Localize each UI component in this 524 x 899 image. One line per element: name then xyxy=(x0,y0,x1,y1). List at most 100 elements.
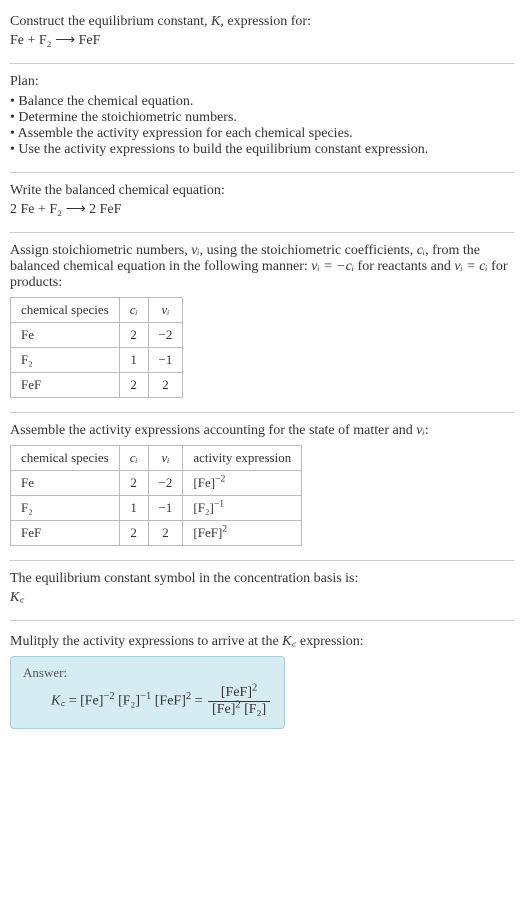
answer-expression: K꜀ = [Fe]−2 [F₂]−1 [FeF]2 = [FeF]2 [Fe]2… xyxy=(23,685,272,718)
term-exp: 2 xyxy=(252,682,257,693)
text: for reactants and xyxy=(354,259,454,274)
stoich-text: Assign stoichiometric numbers, νᵢ, using… xyxy=(10,243,514,291)
cell-ci: 1 xyxy=(119,348,148,373)
act-exp: −1 xyxy=(214,499,224,510)
cell-nu: 2 xyxy=(148,373,183,398)
symbol-heading: The equilibrium constant symbol in the c… xyxy=(10,571,514,587)
plan-item: Balance the chemical equation. xyxy=(10,94,514,110)
kc-symbol: K꜀ xyxy=(10,587,514,606)
term-base: [FeF] xyxy=(155,694,186,709)
equals: = xyxy=(65,694,80,709)
activity-table: chemical species cᵢ νᵢ activity expressi… xyxy=(10,445,302,546)
col-nu: νᵢ xyxy=(148,298,183,323)
text: Mulitply the activity expressions to arr… xyxy=(10,634,282,649)
plan-item: Determine the stoichiometric numbers. xyxy=(10,110,514,126)
col-activity: activity expression xyxy=(183,446,302,471)
text: , using the stoichiometric coefficients, xyxy=(200,243,417,258)
intro-equation: Fe + F₂ ⟶ FeF xyxy=(10,32,514,49)
balanced-heading: Write the balanced chemical equation: xyxy=(10,183,514,199)
activity-heading: Assemble the activity expressions accoun… xyxy=(10,423,514,439)
divider xyxy=(10,560,514,561)
answer-label: Answer: xyxy=(23,665,272,681)
balanced-section: Write the balanced chemical equation: 2 … xyxy=(10,177,514,228)
cell-activity: [FeF]2 xyxy=(183,521,302,546)
cell-species: FeF xyxy=(11,373,120,398)
denominator: [Fe]2 [F₂] xyxy=(208,702,270,718)
text: : xyxy=(425,423,429,438)
ci-symbol: cᵢ xyxy=(417,243,425,258)
relation: νᵢ = −cᵢ xyxy=(311,259,354,274)
table-row: FeF 2 2 xyxy=(11,373,183,398)
col-species: chemical species xyxy=(11,298,120,323)
cell-species: FeF xyxy=(11,521,120,546)
cell-nu: −1 xyxy=(148,348,183,373)
divider xyxy=(10,63,514,64)
term-exp: −1 xyxy=(140,691,151,702)
act-exp: −2 xyxy=(215,474,225,485)
divider xyxy=(10,412,514,413)
cell-nu: −2 xyxy=(148,323,183,348)
term-exp: 2 xyxy=(235,699,240,710)
cell-species: Fe xyxy=(11,323,120,348)
term-base: [FeF] xyxy=(221,685,252,700)
col-ci: cᵢ xyxy=(119,298,148,323)
intro-section: Construct the equilibrium constant, K, e… xyxy=(10,8,514,59)
plan-section: Plan: Balance the chemical equation. Det… xyxy=(10,68,514,168)
cell-ci: 2 xyxy=(119,471,148,496)
term-base: [F₂] xyxy=(244,702,266,717)
cell-ci: 2 xyxy=(119,521,148,546)
cell-nu: −2 xyxy=(148,471,183,496)
stoich-section: Assign stoichiometric numbers, νᵢ, using… xyxy=(10,237,514,408)
nu-symbol: νᵢ xyxy=(416,423,424,438)
fraction: [FeF]2 [Fe]2 [F₂] xyxy=(208,685,270,718)
symbol-section: The equilibrium constant symbol in the c… xyxy=(10,565,514,616)
term-base: [Fe] xyxy=(212,702,235,717)
col-nu: νᵢ xyxy=(148,446,183,471)
cell-species: F₂ xyxy=(11,496,120,521)
stoich-table: chemical species cᵢ νᵢ Fe 2 −2 F₂ 1 −1 F… xyxy=(10,297,183,398)
cell-ci: 2 xyxy=(119,373,148,398)
table-row: Fe 2 −2 xyxy=(11,323,183,348)
cell-activity: [F₂]−1 xyxy=(183,496,302,521)
cell-activity: [Fe]−2 xyxy=(183,471,302,496)
col-ci: cᵢ xyxy=(119,446,148,471)
act-base: [F₂] xyxy=(193,500,213,515)
equals: = xyxy=(191,694,206,709)
cell-ci: 1 xyxy=(119,496,148,521)
term-base: [Fe] xyxy=(80,694,103,709)
divider xyxy=(10,620,514,621)
term-base: [F₂] xyxy=(118,694,140,709)
kc-symbol: K꜀ xyxy=(282,634,296,649)
multiply-section: Mulitply the activity expressions to arr… xyxy=(10,625,514,739)
term-exp: −2 xyxy=(103,691,114,702)
kc-symbol: K꜀ xyxy=(51,694,65,709)
col-species: chemical species xyxy=(11,446,120,471)
table-header-row: chemical species cᵢ νᵢ xyxy=(11,298,183,323)
plan-item: Assemble the activity expression for eac… xyxy=(10,126,514,142)
divider xyxy=(10,232,514,233)
text: Assemble the activity expressions accoun… xyxy=(10,423,416,438)
table-row: FeF 2 2 [FeF]2 xyxy=(11,521,302,546)
cell-species: F₂ xyxy=(11,348,120,373)
multiply-heading: Mulitply the activity expressions to arr… xyxy=(10,631,514,650)
relation: νᵢ = cᵢ xyxy=(454,259,487,274)
plan-item: Use the activity expressions to build th… xyxy=(10,142,514,158)
cell-ci: 2 xyxy=(119,323,148,348)
cell-nu: 2 xyxy=(148,521,183,546)
table-row: F₂ 1 −1 [F₂]−1 xyxy=(11,496,302,521)
intro-line1: Construct the equilibrium constant, K, e… xyxy=(10,14,514,30)
cell-nu: −1 xyxy=(148,496,183,521)
act-base: [FeF] xyxy=(193,525,222,540)
divider xyxy=(10,172,514,173)
answer-box: Answer: K꜀ = [Fe]−2 [F₂]−1 [FeF]2 = [FeF… xyxy=(10,656,285,729)
plan-heading: Plan: xyxy=(10,74,514,90)
cell-species: Fe xyxy=(11,471,120,496)
table-row: F₂ 1 −1 xyxy=(11,348,183,373)
activity-section: Assemble the activity expressions accoun… xyxy=(10,417,514,556)
balanced-equation: 2 Fe + F₂ ⟶ 2 FeF xyxy=(10,201,514,218)
act-exp: 2 xyxy=(222,524,227,535)
table-header-row: chemical species cᵢ νᵢ activity expressi… xyxy=(11,446,302,471)
nu-symbol: νᵢ xyxy=(191,243,199,258)
plan-list: Balance the chemical equation. Determine… xyxy=(10,94,514,158)
text: expression: xyxy=(296,634,363,649)
